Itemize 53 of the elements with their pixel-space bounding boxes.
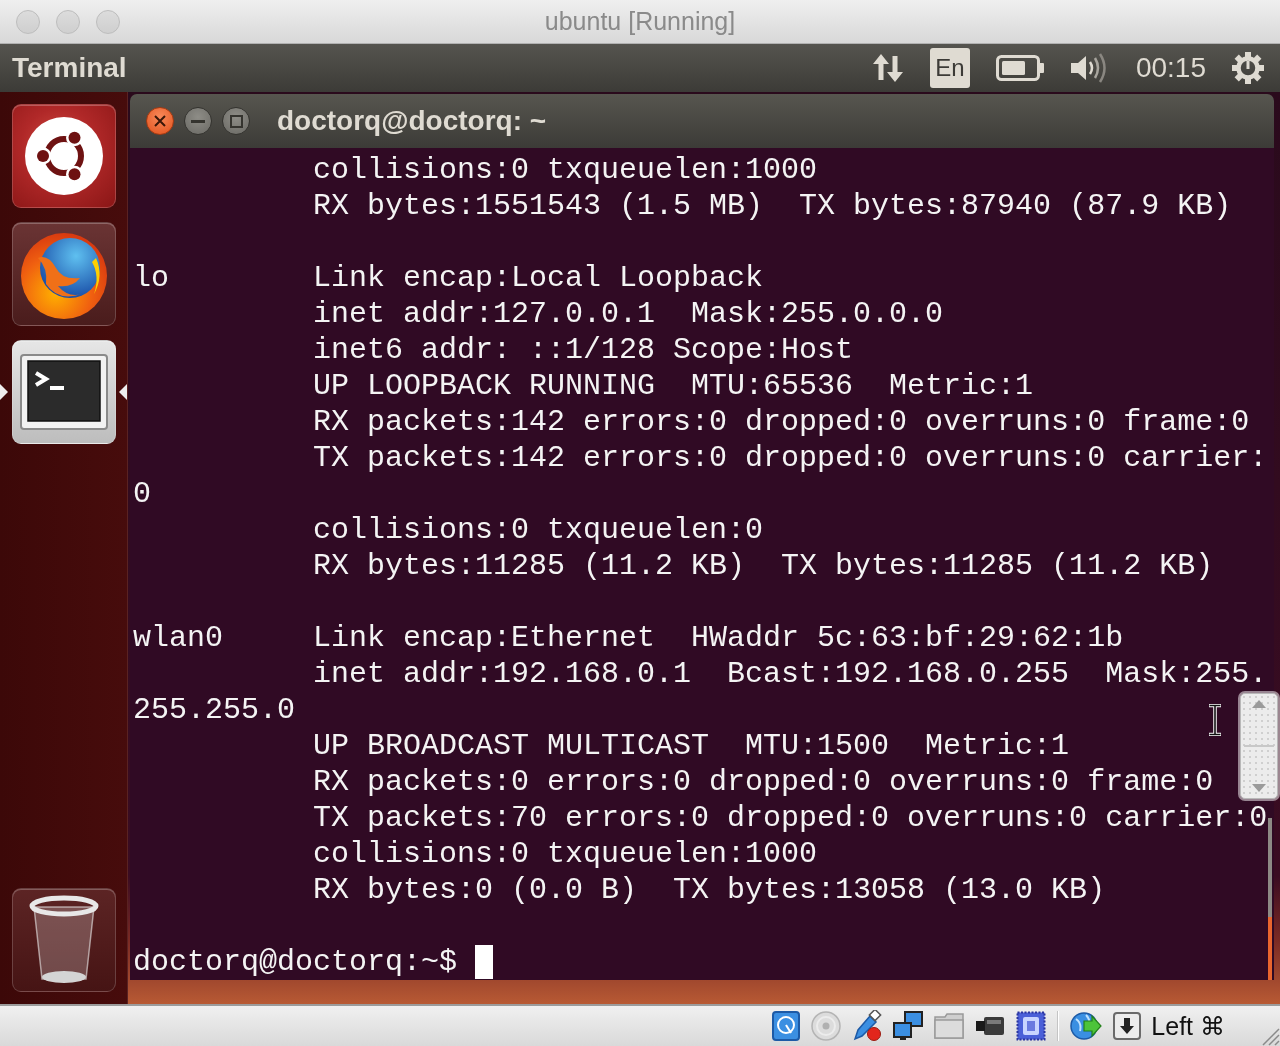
launcher-item[interactable] (11, 222, 116, 326)
host-key-label: Left ⌘ (1151, 1011, 1225, 1041)
launcher-item[interactable] (11, 888, 116, 992)
output-line: collisions:0 txqueuelen:1000 (313, 836, 818, 872)
trash-icon (27, 895, 100, 985)
launcher-item[interactable] (11, 340, 116, 444)
scrollbar-thumb[interactable] (1268, 917, 1272, 980)
output-line: Link encap:Local Loopback (313, 260, 764, 296)
clock[interactable]: 00:15 (1135, 52, 1206, 84)
minimize-button[interactable] (184, 107, 212, 135)
output-line: RX bytes:0 (0.0 B) TX bytes:13058 (13.0 KB) (313, 872, 1106, 908)
gear-icon[interactable] (1232, 52, 1264, 84)
output-line: RX bytes:1551543 (1.5 MB) TX bytes:87940 (87.9 KB) (313, 188, 1232, 224)
interface-name: wlan0 (133, 620, 223, 656)
minimize-icon (191, 119, 205, 123)
close-button[interactable] (146, 107, 174, 135)
app-title: Terminal (12, 52, 127, 84)
maximize-icon (229, 114, 243, 128)
output-line: RX packets:142 errors:0 dropped:0 overruns:0 frame:0 (313, 404, 1250, 440)
close-icon (154, 115, 166, 127)
globe-arrow-icon[interactable] (1070, 1011, 1103, 1041)
output-line: RX bytes:11285 (11.2 KB) TX bytes:11285 (11.2 KB) (313, 548, 1214, 584)
output-line: 255.255.0 (133, 692, 296, 728)
maximize-button[interactable] (222, 107, 250, 135)
monitors-icon[interactable] (893, 1011, 924, 1041)
ring-logo-icon (23, 116, 104, 196)
block-cursor-icon (475, 945, 494, 979)
output-line: collisions:0 txqueuelen:1000 (313, 152, 818, 188)
prompt-text: doctorq@doctorq:~$ (133, 944, 458, 980)
launcher-item[interactable] (11, 104, 116, 208)
output-line: RX packets:0 errors:0 dropped:0 overruns:0 frame:0 (313, 764, 1214, 800)
output-line: inet addr:127.0.0.1 Mask:255.0.0.0 (313, 296, 944, 332)
output-line: Link encap:Ethernet HWaddr 5c:63:bf:29:62:1b (313, 620, 1124, 656)
output-line: inet6 addr: ::1/128 Scope:Host (313, 332, 854, 368)
scrollbar-track[interactable] (1268, 818, 1272, 980)
terminal-title: doctorq@doctorq: ~ (277, 105, 547, 137)
output-line: collisions:0 txqueuelen:0 (313, 512, 764, 548)
chip-icon[interactable] (1016, 1011, 1047, 1041)
output-line: TX packets:70 errors:0 dropped:0 overruns:0 carrier:0 (313, 800, 1268, 836)
output-line: inet addr:192.168.0.1 Bcast:192.168.0.255 Mask:255. (313, 656, 1268, 692)
video-camera-icon[interactable] (975, 1015, 1006, 1037)
output-line: TX packets:142 errors:0 dropped:0 overruns:0 carrier: (313, 440, 1268, 476)
i-beam-cursor-icon (1208, 704, 1222, 736)
usb-plug-icon[interactable] (852, 1010, 883, 1042)
battery-icon[interactable] (995, 55, 1044, 81)
up-down-arrows-icon[interactable] (871, 52, 904, 84)
interface-name: lo (133, 260, 169, 296)
keyboard-layout-indicator[interactable]: En (929, 48, 970, 88)
terminal-icon (19, 354, 108, 430)
output-line: UP LOOPBACK RUNNING MTU:65536 Metric:1 (313, 368, 1034, 404)
window-title: ubuntu [Running] (544, 7, 736, 36)
output-line: 0 (133, 476, 151, 512)
output-line: UP BROADCAST MULTICAST MTU:1500 Metric:1 (313, 728, 1070, 764)
